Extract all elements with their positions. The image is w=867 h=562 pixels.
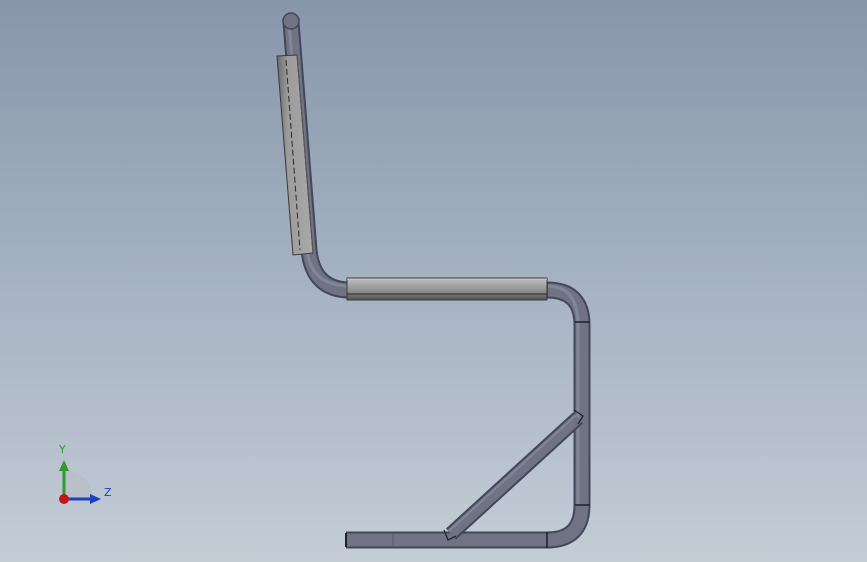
- z-axis-label: Z: [104, 486, 112, 499]
- view-triad[interactable]: [0, 0, 867, 562]
- triad-quadrant: [64, 470, 93, 499]
- y-axis-label: Y: [59, 443, 66, 456]
- x-axis-dot: [59, 494, 69, 504]
- graphics-viewport[interactable]: Y Z: [0, 0, 867, 562]
